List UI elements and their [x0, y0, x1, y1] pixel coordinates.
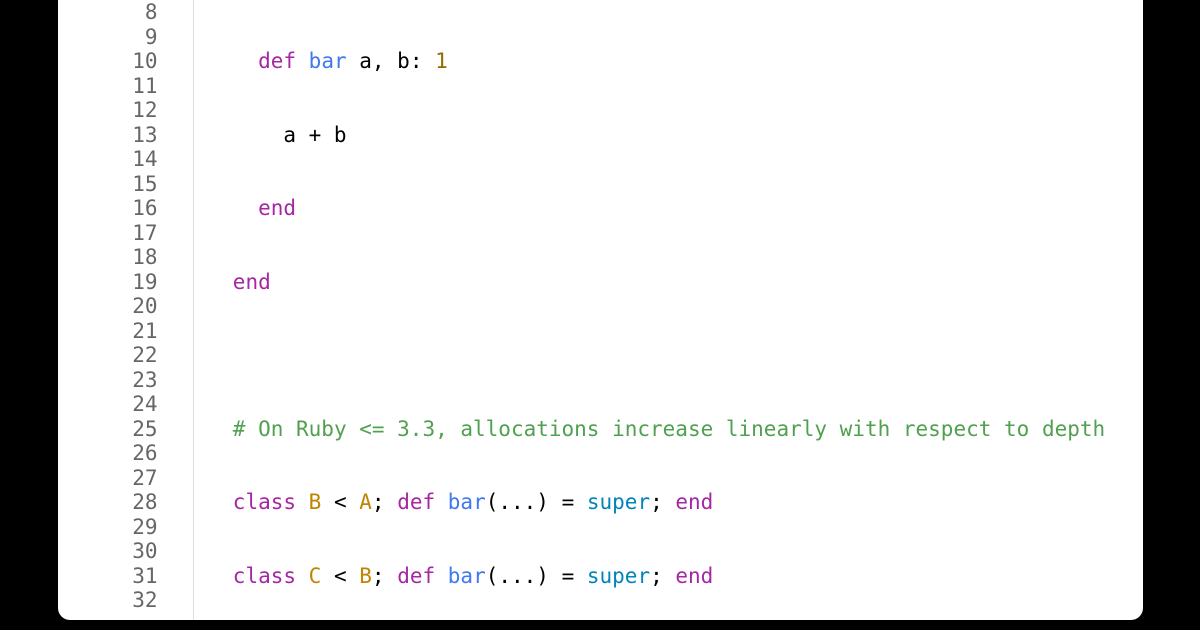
code-content[interactable]: def bar a, b: 1 a + b end end # On Ruby …: [178, 0, 1143, 620]
line-number: 22: [58, 343, 158, 368]
line-number: 11: [58, 74, 158, 99]
line-number: 18: [58, 245, 158, 270]
code-editor-window: 8 9 10 11 12 13 14 15 16 17 18 19 20 21 …: [58, 0, 1143, 620]
line-number: 17: [58, 221, 158, 246]
line-number: 31: [58, 564, 158, 589]
line-number: 29: [58, 515, 158, 540]
line-number: 13: [58, 123, 158, 148]
code-line: class C < B; def bar(...) = super; end: [178, 564, 1143, 589]
line-number: 27: [58, 466, 158, 491]
line-number: 28: [58, 490, 158, 515]
line-number: 21: [58, 319, 158, 344]
code-line: def bar a, b: 1: [178, 49, 1143, 74]
line-number: 30: [58, 539, 158, 564]
line-number: 12: [58, 98, 158, 123]
line-number: 14: [58, 147, 158, 172]
line-number: 10: [58, 49, 158, 74]
code-line: [178, 343, 1143, 368]
line-number: 15: [58, 172, 158, 197]
code-area: 8 9 10 11 12 13 14 15 16 17 18 19 20 21 …: [58, 0, 1143, 620]
code-line: a + b: [178, 123, 1143, 148]
line-number: 20: [58, 294, 158, 319]
code-line: end: [178, 270, 1143, 295]
line-number: 24: [58, 392, 158, 417]
line-number: 19: [58, 270, 158, 295]
line-number: 9: [58, 25, 158, 50]
code-line: end: [178, 196, 1143, 221]
line-number: 32: [58, 588, 158, 613]
line-number: 8: [58, 0, 158, 25]
code-line: class B < A; def bar(...) = super; end: [178, 490, 1143, 515]
line-number-gutter: 8 9 10 11 12 13 14 15 16 17 18 19 20 21 …: [58, 0, 178, 620]
line-number: 26: [58, 441, 158, 466]
line-number: 25: [58, 417, 158, 442]
line-number: 16: [58, 196, 158, 221]
code-line: # On Ruby <= 3.3, allocations increase l…: [178, 417, 1143, 442]
line-number: 23: [58, 368, 158, 393]
